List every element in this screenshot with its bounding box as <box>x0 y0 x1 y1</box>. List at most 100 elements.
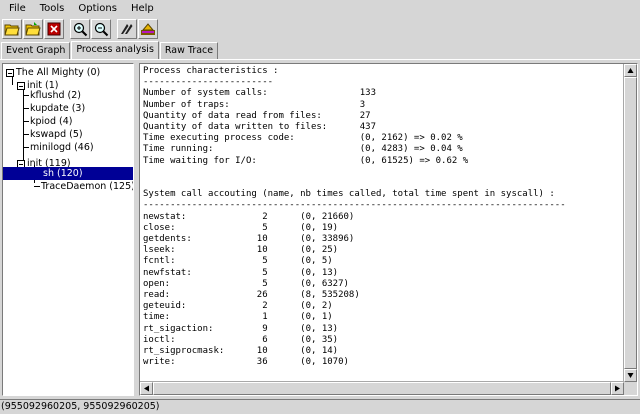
zoom-out-button[interactable] <box>91 19 111 39</box>
syscall-time: (0, 2) <box>267 301 333 312</box>
syscall-time: (0, 1070) <box>267 357 349 368</box>
syscall-count: 10 <box>251 234 268 245</box>
tree-node-label: kswapd (5) <box>30 129 83 140</box>
tree-node[interactable]: kpiod (4) <box>29 115 74 128</box>
close-file-icon <box>47 22 61 36</box>
syscall-row: ioctl: 6 (0, 35) <box>143 335 338 345</box>
stat-value: 27 <box>359 110 371 121</box>
syscall-name: open: <box>143 278 252 289</box>
syscall-name: fcntl: <box>143 256 252 267</box>
syscall-count: 2 <box>251 211 268 222</box>
scroll-left-button[interactable] <box>140 382 153 395</box>
status-bar: (955092960205, 955092960205) <box>0 399 640 414</box>
stat-label: Time executing process code: <box>143 133 360 144</box>
syscall-time: (0, 6327) <box>267 278 349 289</box>
tree-node[interactable]: kupdate (3) <box>29 102 86 115</box>
collapse-icon[interactable] <box>6 68 14 77</box>
syscall-count: 26 <box>251 290 268 301</box>
syscall-row: read: 26 (8, 535208) <box>143 290 360 300</box>
syscall-row: write: 36 (0, 1070) <box>143 357 349 367</box>
tree-node-label: kupdate (3) <box>30 103 86 114</box>
open-trace-button[interactable] <box>2 19 22 39</box>
tree-node[interactable]: kflushd (2) <box>29 89 82 102</box>
syscall-time: (0, 13) <box>267 323 339 334</box>
syscall-row: getdents: 10 (0, 33896) <box>143 234 354 244</box>
syscall-time: (0, 14) <box>267 346 339 357</box>
syscall-count: 36 <box>251 357 268 368</box>
arrow-down-icon <box>627 373 634 378</box>
syscall-row: fcntl: 5 (0, 5) <box>143 256 333 266</box>
open-folder-button[interactable] <box>23 19 43 39</box>
tree-node[interactable]: The All Mighty (0) <box>6 66 101 79</box>
open-file-icon <box>4 24 20 36</box>
zoom-in-button[interactable] <box>70 19 90 39</box>
arrow-right-icon <box>615 385 620 392</box>
syscall-lines: newstat: 2 (0, 21660) close: 5 (0, 19) g… <box>143 212 360 368</box>
zoom-out-icon <box>94 22 109 37</box>
menu-options[interactable]: Options <box>71 1 124 17</box>
syscall-count: 10 <box>251 245 268 256</box>
show-more-icon <box>121 24 133 34</box>
divider: ------------------------ <box>143 77 274 88</box>
show-less-button[interactable] <box>138 19 158 39</box>
process-details-text[interactable]: Process characteristics : --------------… <box>140 64 624 382</box>
tree-node[interactable]: minilogd (46) <box>29 141 95 154</box>
stat-label: Time waiting for I/O: <box>143 155 360 166</box>
process-details-panel: Process characteristics : --------------… <box>139 63 638 396</box>
syscall-count: 1 <box>251 312 268 323</box>
tree-node-label: TraceDaemon (125) <box>41 181 134 192</box>
tab-process-analysis[interactable]: Process analysis <box>71 41 159 60</box>
show-more-button[interactable] <box>117 19 137 39</box>
tree-node[interactable]: TraceDaemon (125) <box>40 180 134 193</box>
syscall-time: (0, 21660) <box>267 211 355 222</box>
collapse-icon[interactable] <box>17 81 25 90</box>
stats-lines: Number of system calls: 133 Number of tr… <box>143 88 468 165</box>
open-folder-icon <box>25 22 41 36</box>
syscall-count: 5 <box>251 267 268 278</box>
divider: ----------------------------------------… <box>143 200 566 211</box>
stat-line: Time waiting for I/O: (0, 61525) => 0.62… <box>143 156 468 166</box>
syscall-name: rt_sigaction: <box>143 323 252 334</box>
tree-node-label: minilogd (46) <box>30 142 94 153</box>
arrow-up-icon <box>627 68 634 73</box>
tree-node-selected[interactable]: sh (120) <box>3 167 133 180</box>
menu-tools[interactable]: Tools <box>33 1 72 17</box>
tree-node-label: sh (120) <box>43 168 83 179</box>
tab-raw-trace[interactable]: Raw Trace <box>159 42 219 60</box>
stat-line: Number of traps: 3 <box>143 100 365 110</box>
syscall-name: geteuid: <box>143 301 252 312</box>
syscall-count: 10 <box>251 346 268 357</box>
stat-value: (0, 61525) => 0.62 % <box>359 155 469 166</box>
stat-value: 437 <box>359 122 377 133</box>
menu-help[interactable]: Help <box>124 1 161 17</box>
vertical-scroll-thumb[interactable] <box>624 77 637 369</box>
tree-node[interactable]: kswapd (5) <box>29 128 84 141</box>
horizontal-scroll-thumb[interactable] <box>153 382 611 395</box>
syscall-time: (0, 33896) <box>267 234 355 245</box>
tab-event-graph[interactable]: Event Graph <box>1 42 71 60</box>
syscall-time: (0, 13) <box>267 267 339 278</box>
syscall-name: read: <box>143 290 252 301</box>
show-less-icon <box>141 23 155 35</box>
tree-line <box>23 87 24 165</box>
tab-bar: Event Graph Process analysis Raw Trace <box>0 41 640 60</box>
section-title: Process characteristics : <box>143 66 279 76</box>
menu-file[interactable]: File <box>2 1 33 17</box>
stat-label: Number of traps: <box>143 99 360 110</box>
toolbar <box>0 18 640 40</box>
horizontal-scrollbar[interactable] <box>140 382 624 395</box>
close-trace-button[interactable] <box>44 19 64 39</box>
stat-label: Number of system calls: <box>143 88 360 99</box>
syscall-name: getdents: <box>143 234 252 245</box>
menu-bar: File Tools Options Help <box>0 0 640 18</box>
syscall-name: write: <box>143 357 252 368</box>
scroll-right-button[interactable] <box>611 382 624 395</box>
syscall-time: (0, 5) <box>267 256 333 267</box>
process-tree[interactable]: The All Mighty (0) init (1) kflushd (2) … <box>2 63 134 396</box>
scroll-up-button[interactable] <box>624 64 637 77</box>
vertical-scrollbar[interactable] <box>624 64 637 382</box>
syscall-row: newstat: 2 (0, 21660) <box>143 212 354 222</box>
syscall-row: rt_sigprocmask: 10 (0, 14) <box>143 346 338 356</box>
stat-value: 133 <box>359 88 377 99</box>
scroll-down-button[interactable] <box>624 369 637 382</box>
